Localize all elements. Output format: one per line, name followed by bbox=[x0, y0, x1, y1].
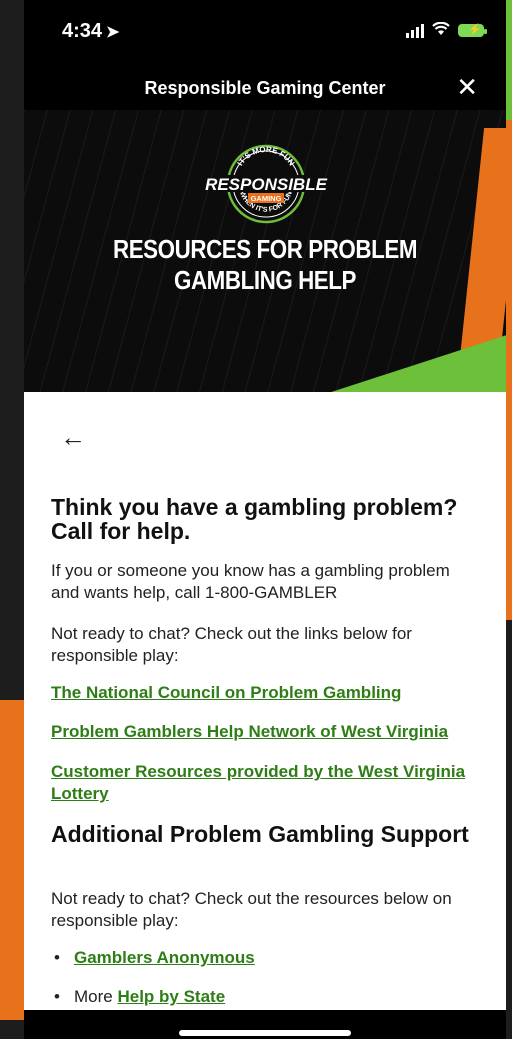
paragraph-resources-intro: Not ready to chat? Check out the resourc… bbox=[51, 889, 452, 930]
status-time: 4:34 ➤ bbox=[62, 20, 120, 42]
banner-heading: RESOURCES FOR PROBLEM GAMBLING HELP bbox=[112, 234, 418, 295]
responsible-gaming-sheet: 4:34 ➤ ⚡ Responsible Gaming Center ✕ IT'… bbox=[24, 0, 506, 1039]
paragraph-call-info: If you or someone you know has a gamblin… bbox=[51, 561, 450, 602]
responsible-gaming-logo: IT'S MORE FUN WHEN IT'S FOR FUN RESPONSI… bbox=[205, 144, 328, 224]
link-national-council[interactable]: The National Council on Problem Gambling bbox=[51, 682, 491, 704]
home-indicator-area bbox=[24, 1010, 506, 1039]
list-item: Gamblers Anonymous bbox=[54, 948, 255, 968]
content-area: ← Think you have a gambling problem? Cal… bbox=[24, 392, 506, 1010]
hero-banner: IT'S MORE FUN WHEN IT'S FOR FUN RESPONSI… bbox=[24, 110, 506, 392]
location-arrow-icon: ➤ bbox=[106, 24, 120, 41]
status-icons: ⚡ bbox=[406, 21, 487, 39]
cellular-signal-icon bbox=[406, 23, 424, 38]
heading-call-for-help: Think you have a gambling problem? Call … bbox=[51, 494, 458, 544]
heading-additional-support: Additional Problem Gambling Support bbox=[51, 821, 469, 847]
link-wv-help-network[interactable]: Problem Gamblers Help Network of West Vi… bbox=[51, 721, 491, 743]
close-icon[interactable]: ✕ bbox=[456, 72, 478, 103]
logo-sub-text: GAMING bbox=[251, 194, 282, 203]
list-item: More Help by State bbox=[54, 987, 225, 1007]
link-help-by-state[interactable]: Help by State bbox=[117, 987, 225, 1006]
page-title: Responsible Gaming Center bbox=[144, 78, 386, 98]
link-gamblers-anonymous[interactable]: Gamblers Anonymous bbox=[74, 948, 255, 967]
title-bar: Responsible Gaming Center ✕ bbox=[24, 70, 506, 110]
battery-charging-icon: ⚡ bbox=[458, 24, 487, 37]
wifi-icon bbox=[432, 21, 450, 39]
home-indicator[interactable] bbox=[179, 1030, 351, 1036]
back-arrow-icon[interactable]: ← bbox=[60, 422, 86, 453]
status-bar: 4:34 ➤ ⚡ bbox=[24, 0, 506, 64]
paragraph-links-intro: Not ready to chat? Check out the links b… bbox=[51, 624, 412, 665]
link-wv-lottery-resources[interactable]: Customer Resources provided by the West … bbox=[51, 761, 491, 805]
logo-main-text: RESPONSIBLE bbox=[205, 175, 328, 194]
